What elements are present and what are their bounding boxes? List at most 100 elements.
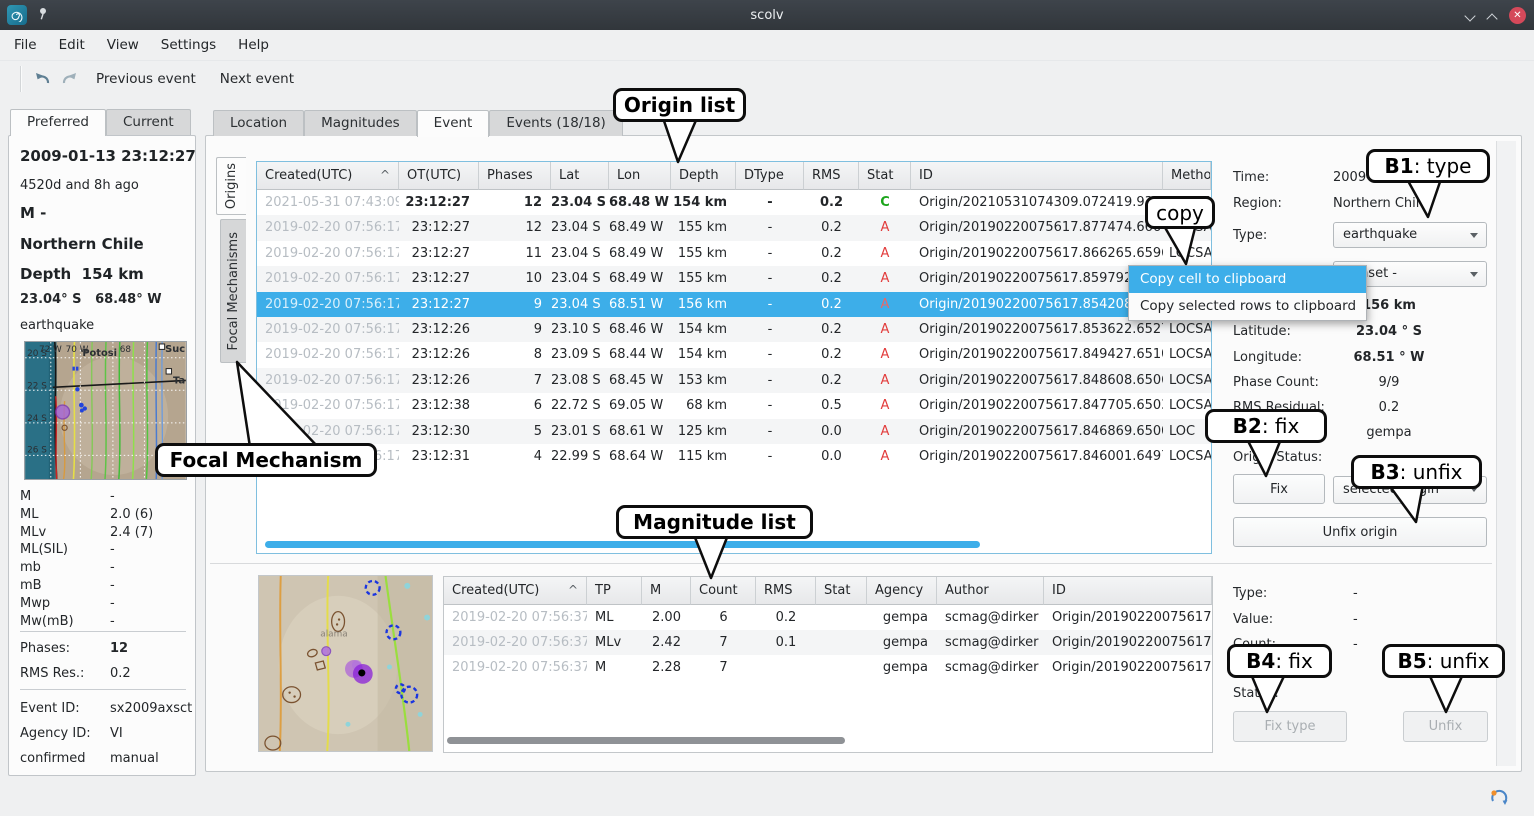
cell-ot[interactable]: 23:12:26 xyxy=(399,342,479,367)
cell-m[interactable]: 2.42 xyxy=(642,630,691,655)
magnitude-row[interactable]: 2019-02-20 07:56:37ML2.0060.2gempascmag@… xyxy=(444,605,1212,630)
tab-focal-mechanisms[interactable]: Focal Mechanisms xyxy=(220,219,246,363)
minimize-button[interactable] xyxy=(1465,10,1475,20)
cell-depth[interactable]: 156 km xyxy=(671,292,736,317)
cell-created[interactable]: 2019-02-20 07:56:37 xyxy=(444,655,587,680)
column-header-lon[interactable]: Lon xyxy=(609,162,671,190)
cell-id[interactable]: Origin/20190220075617.849427.6510 xyxy=(911,342,1163,367)
origin-row[interactable]: 2019-02-20 07:56:1723:12:271123.04 S68.4… xyxy=(257,241,1211,266)
cell-dtype[interactable]: - xyxy=(736,342,804,367)
previous-event-button[interactable]: Previous event xyxy=(84,71,208,87)
origin-row[interactable]: 2019-02-20 07:56:1723:12:26923.10 S68.46… xyxy=(257,317,1211,342)
cell-agency[interactable]: gempa xyxy=(867,605,937,630)
column-header-lat[interactable]: Lat xyxy=(551,162,609,190)
cell-created[interactable]: 2019-02-20 07:56:37 xyxy=(444,630,587,655)
cell-ot[interactable]: 23:12:26 xyxy=(399,317,479,342)
cell-phases[interactable]: 6 xyxy=(479,393,551,418)
cell-lat[interactable]: 23.04 S xyxy=(551,241,609,266)
cell-depth[interactable]: 155 km xyxy=(671,215,736,240)
cell-agency[interactable]: gempa xyxy=(867,630,937,655)
close-button[interactable]: ✕ xyxy=(1509,7,1526,24)
cell-created[interactable]: 2019-02-20 07:56:37 xyxy=(444,605,587,630)
column-header-stat[interactable]: Stat xyxy=(816,577,867,605)
menu-edit[interactable]: Edit xyxy=(48,30,96,61)
cell-ot[interactable]: 23:12:27 xyxy=(399,266,479,291)
maximize-button[interactable] xyxy=(1487,10,1497,20)
cell-ot[interactable]: 23:12:27 xyxy=(399,292,479,317)
cell-dtype[interactable]: - xyxy=(736,266,804,291)
cell-author[interactable]: scmag@dirker xyxy=(937,655,1044,680)
cell-lon[interactable]: 68.51 W xyxy=(609,292,671,317)
cell-count[interactable]: 6 xyxy=(691,605,756,630)
cell-id[interactable]: Origin/20190220075617.847705.6503 xyxy=(911,393,1163,418)
cell-rms[interactable]: 0.2 xyxy=(804,317,859,342)
cell-tp[interactable]: M xyxy=(587,655,642,680)
cell-lat[interactable]: 23.04 S xyxy=(551,266,609,291)
cell-rms[interactable]: 0.0 xyxy=(804,419,859,444)
cell-lon[interactable]: 68.49 W xyxy=(609,241,671,266)
column-header-dtype[interactable]: DType xyxy=(736,162,804,190)
cell-rms[interactable]: 0.2 xyxy=(804,292,859,317)
tab-origins[interactable]: Origins xyxy=(216,157,246,215)
cell-ot[interactable]: 23:12:27 xyxy=(399,241,479,266)
cell-lat[interactable]: 23.04 S xyxy=(551,215,609,240)
cell-phases[interactable]: 9 xyxy=(479,292,551,317)
cell-tp[interactable]: ML xyxy=(587,605,642,630)
magnitude-map-thumbnail[interactable]: alama xyxy=(258,575,433,752)
cell-id[interactable]: Origin/20190220075617.8 xyxy=(1044,630,1212,655)
column-header-created-utc[interactable]: Created(UTC)^ xyxy=(257,162,399,190)
column-header-agency[interactable]: Agency xyxy=(867,577,937,605)
origin-row[interactable]: 2019-02-20 07:56:1723:12:30523.01 S68.61… xyxy=(257,419,1211,444)
fix-type-button[interactable]: Fix type xyxy=(1233,711,1347,742)
cell-created[interactable]: 2019-02-20 07:56:17 xyxy=(257,241,399,266)
cell-lon[interactable]: 68.46 W xyxy=(609,317,671,342)
cell-id[interactable]: Origin/20190220075617.846001.6497 xyxy=(911,444,1163,469)
cell-stat[interactable]: C xyxy=(859,190,911,215)
cell-stat[interactable]: A xyxy=(859,292,911,317)
cell-dtype[interactable]: - xyxy=(736,292,804,317)
cell-author[interactable]: scmag@dirker xyxy=(937,630,1044,655)
cell-lon[interactable]: 68.64 W xyxy=(609,444,671,469)
cell-stat[interactable]: A xyxy=(859,393,911,418)
column-header-rms[interactable]: RMS xyxy=(756,577,816,605)
context-item-copy-selected-rows-to-clipboard[interactable]: Copy selected rows to clipboard xyxy=(1129,293,1366,320)
menu-view[interactable]: View xyxy=(96,30,150,61)
cell-stat[interactable]: A xyxy=(859,317,911,342)
cell-dtype[interactable]: - xyxy=(736,317,804,342)
column-header-created-utc[interactable]: Created(UTC)^ xyxy=(444,577,587,605)
section-splitter[interactable] xyxy=(210,563,1492,564)
cell-depth[interactable]: 68 km xyxy=(671,393,736,418)
cell-id[interactable]: Origin/20190220075617.853622.6527 xyxy=(911,317,1163,342)
cell-dtype[interactable]: - xyxy=(736,419,804,444)
cell-lon[interactable]: 68.45 W xyxy=(609,368,671,393)
sidebar-tab-current[interactable]: Current xyxy=(106,109,191,135)
cell-lat[interactable]: 23.10 S xyxy=(551,317,609,342)
column-header-m[interactable]: M xyxy=(642,577,691,605)
cell-phases[interactable]: 5 xyxy=(479,419,551,444)
column-header-rms[interactable]: RMS xyxy=(804,162,859,190)
cell-phases[interactable]: 10 xyxy=(479,266,551,291)
undo-arrow-icon[interactable] xyxy=(30,67,54,91)
cell-m[interactable]: 2.28 xyxy=(642,655,691,680)
cell-created[interactable]: 2019-02-20 07:56:17 xyxy=(257,266,399,291)
cell-depth[interactable]: 154 km xyxy=(671,317,736,342)
origin-table-hscrollbar[interactable] xyxy=(265,541,980,548)
cell-id[interactable]: Origin/20190220075617.866265.6596 xyxy=(911,241,1163,266)
cell-count[interactable]: 7 xyxy=(691,655,756,680)
fix-button[interactable]: Fix xyxy=(1233,474,1325,504)
cell-dtype[interactable]: - xyxy=(736,215,804,240)
cell-depth[interactable]: 125 km xyxy=(671,419,736,444)
magnitude-row[interactable]: 2019-02-20 07:56:37MLv2.4270.1gempascmag… xyxy=(444,630,1212,655)
column-header-id[interactable]: ID xyxy=(1044,577,1212,605)
cell-rms[interactable]: 0.1 xyxy=(756,630,816,655)
column-header-stat[interactable]: Stat xyxy=(859,162,911,190)
cell-ot[interactable]: 23:12:30 xyxy=(399,419,479,444)
cell-stat[interactable]: A xyxy=(859,342,911,367)
cell-phases[interactable]: 7 xyxy=(479,368,551,393)
cell-id[interactable]: Origin/20190220075617.854208.6 xyxy=(911,292,1163,317)
cell-agency[interactable]: gempa xyxy=(867,655,937,680)
origin-row[interactable]: 2019-02-20 07:56:1723:12:26723.08 S68.45… xyxy=(257,368,1211,393)
cell-created[interactable]: 2019-02-20 07:56:17 xyxy=(257,317,399,342)
cell-lat[interactable]: 23.01 S xyxy=(551,419,609,444)
cell-phases[interactable]: 11 xyxy=(479,241,551,266)
